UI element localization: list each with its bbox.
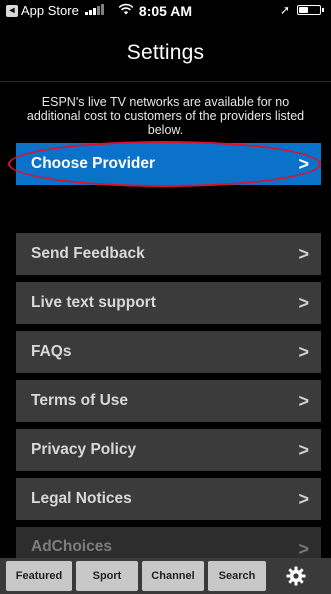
chevron-right-icon: >: [298, 391, 309, 411]
header-divider: [0, 81, 331, 82]
faqs-button[interactable]: FAQs >: [16, 331, 321, 373]
chevron-right-icon: >: [298, 440, 309, 460]
tab-search[interactable]: Search: [208, 561, 266, 591]
chevron-right-icon: >: [298, 342, 309, 362]
faqs-label: FAQs: [31, 343, 72, 360]
send-feedback-button[interactable]: Send Feedback >: [16, 233, 321, 275]
privacy-policy-label: Privacy Policy: [31, 441, 137, 458]
annotation-circle: [8, 141, 321, 187]
provider-info-text: ESPN's live TV networks are available fo…: [26, 95, 305, 137]
legal-notices-button[interactable]: Legal Notices >: [16, 478, 321, 520]
chevron-right-icon: >: [298, 489, 309, 509]
live-text-support-label: Live text support: [31, 294, 156, 311]
adchoices-label: AdChoices: [31, 538, 112, 555]
tab-sport[interactable]: Sport: [76, 561, 138, 591]
tab-featured[interactable]: Featured: [6, 561, 72, 591]
page-title: Settings: [126, 41, 205, 64]
chevron-right-icon: >: [298, 539, 309, 558]
live-text-support-button[interactable]: Live text support >: [16, 282, 321, 324]
gear-icon[interactable]: [280, 561, 312, 591]
tab-bar: Featured Sport Channel Search: [0, 558, 331, 594]
status-bar: ◂ App Store 8:05 AM ➚: [0, 0, 331, 21]
location-icon: ➚: [280, 3, 291, 17]
tab-channel[interactable]: Channel: [142, 561, 204, 591]
chevron-right-icon: >: [298, 293, 309, 313]
battery-icon: [297, 5, 324, 15]
legal-notices-label: Legal Notices: [31, 490, 132, 507]
adchoices-button[interactable]: AdChoices >: [16, 527, 321, 558]
chevron-right-icon: >: [298, 244, 309, 264]
terms-of-use-button[interactable]: Terms of Use >: [16, 380, 321, 422]
terms-of-use-label: Terms of Use: [31, 392, 129, 409]
privacy-policy-button[interactable]: Privacy Policy >: [16, 429, 321, 471]
send-feedback-label: Send Feedback: [31, 245, 145, 262]
